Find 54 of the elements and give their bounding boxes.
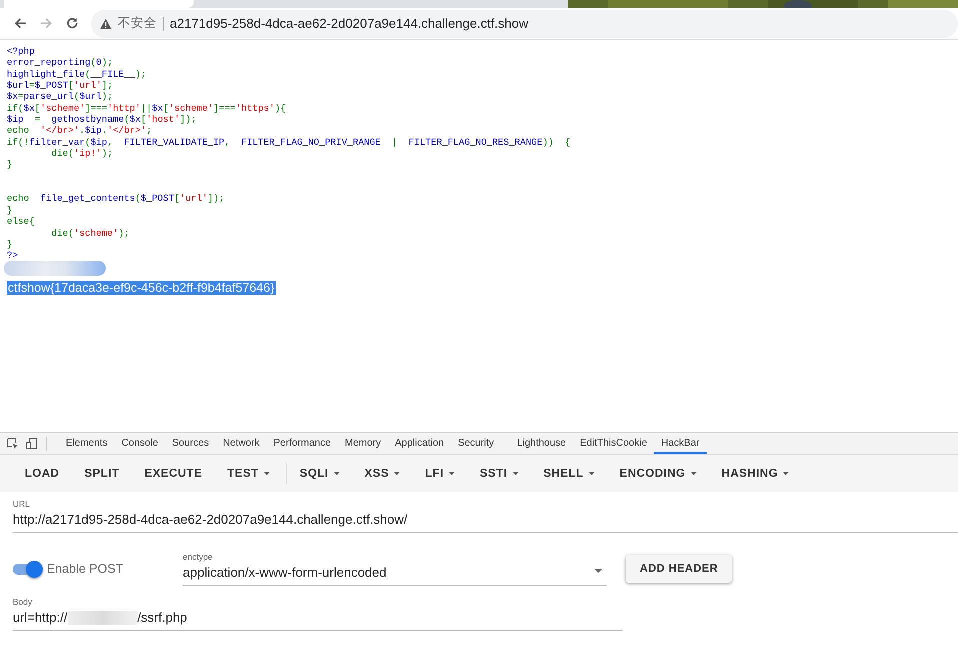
toolbar-button[interactable]: LFI bbox=[414, 462, 466, 486]
body-field[interactable]: Body url=http:// /ssrf.php bbox=[13, 597, 623, 631]
code-line: <?php bbox=[7, 46, 36, 58]
devtools-tab[interactable]: Network bbox=[216, 434, 267, 454]
flag-text: ctfshow{17daca3e-ef9c-456c-b2ff-f9b4faf57646} bbox=[7, 280, 276, 295]
devtools-tab[interactable]: Console bbox=[114, 434, 166, 454]
dropdown-arrow-icon bbox=[594, 569, 603, 574]
address-bar[interactable]: 不安全 a2171d95-258d-4dca-ae62-2d0207a9e144.challenge.ctf.show bbox=[91, 10, 958, 38]
code-line: if($x['scheme']==='http'||$x['scheme']==='https'){ bbox=[7, 102, 288, 114]
toolbar-button[interactable]: EXECUTE bbox=[134, 462, 214, 486]
toolbar-button[interactable]: SSTI bbox=[469, 462, 530, 486]
reload-icon[interactable] bbox=[66, 17, 79, 30]
enable-post-label: Enable POST bbox=[47, 562, 124, 576]
code-line: highlight_file(__FILE__); bbox=[7, 68, 148, 80]
code-line: $ip = gethostbyname($x['host']); bbox=[7, 114, 198, 126]
toolbar-button[interactable]: SPLIT bbox=[74, 462, 131, 486]
code-line: } bbox=[7, 159, 14, 171]
devtools-tab[interactable]: EditThisCookie bbox=[573, 434, 654, 454]
devtools-tab[interactable]: Lighthouse bbox=[510, 434, 574, 454]
code-line: } bbox=[7, 238, 14, 250]
toolbar-button[interactable]: TEST bbox=[216, 462, 281, 486]
devtools-tab[interactable]: Performance bbox=[266, 434, 338, 454]
code-line: $x=parse_url($url); bbox=[7, 91, 114, 103]
toolbar-button[interactable]: SHELL bbox=[532, 462, 606, 486]
toolbar-button[interactable]: HASHING bbox=[710, 462, 800, 486]
code-line: ?> bbox=[7, 250, 20, 262]
enable-post-toggle[interactable] bbox=[13, 564, 41, 574]
devtools-tab[interactable]: Elements bbox=[59, 434, 115, 454]
security-label: 不安全 bbox=[118, 15, 157, 32]
devtools-tab[interactable]: Security bbox=[451, 434, 502, 454]
devtools-tab[interactable]: Memory bbox=[338, 434, 388, 454]
url-field[interactable]: URL http://a2171d95-258d-4dca-ae62-2d0207a9e144.challenge.ctf.show/ bbox=[13, 499, 958, 533]
device-icon[interactable] bbox=[26, 438, 38, 450]
code-line: echo '</br>'.$ip.'</br>'; bbox=[7, 125, 154, 137]
code-line: $url=$_POST['url']; bbox=[7, 80, 114, 92]
toolbar-button[interactable]: LOAD bbox=[14, 462, 71, 486]
code-line: } bbox=[7, 204, 14, 216]
code-line: if(!filter_var($ip, FILTER_VALIDATE_IP, FILTER_FLAG_NO_PRIV_RANGE | FILTER_FLAG_NO_RES_RANGE)) { bbox=[7, 136, 572, 148]
toolbar-button[interactable]: ENCODING bbox=[608, 462, 708, 486]
code-line: echo file_get_contents($_POST['url']); bbox=[7, 193, 226, 205]
inspect-icon[interactable] bbox=[7, 438, 19, 450]
code-line: die('scheme'); bbox=[50, 228, 131, 239]
code-line: error_reporting(0); bbox=[7, 57, 114, 69]
code-line: die('ip!'); bbox=[50, 148, 114, 160]
toolbar-button[interactable]: XSS bbox=[354, 462, 412, 486]
devtools-tab[interactable]: Sources bbox=[165, 434, 216, 454]
toolbar-button[interactable]: SQLI bbox=[288, 462, 351, 486]
devtools-tab[interactable]: Application bbox=[388, 434, 452, 454]
address-text: a2171d95-258d-4dca-ae62-2d0207a9e144.challenge.ctf.show bbox=[170, 16, 529, 31]
code-line: else{ bbox=[7, 216, 36, 228]
enctype-select[interactable]: enctype application/x-www-form-urlencoded bbox=[183, 552, 607, 586]
warning-icon bbox=[100, 18, 112, 30]
back-icon[interactable] bbox=[14, 17, 27, 30]
add-header-button[interactable]: ADD HEADER bbox=[626, 555, 732, 583]
